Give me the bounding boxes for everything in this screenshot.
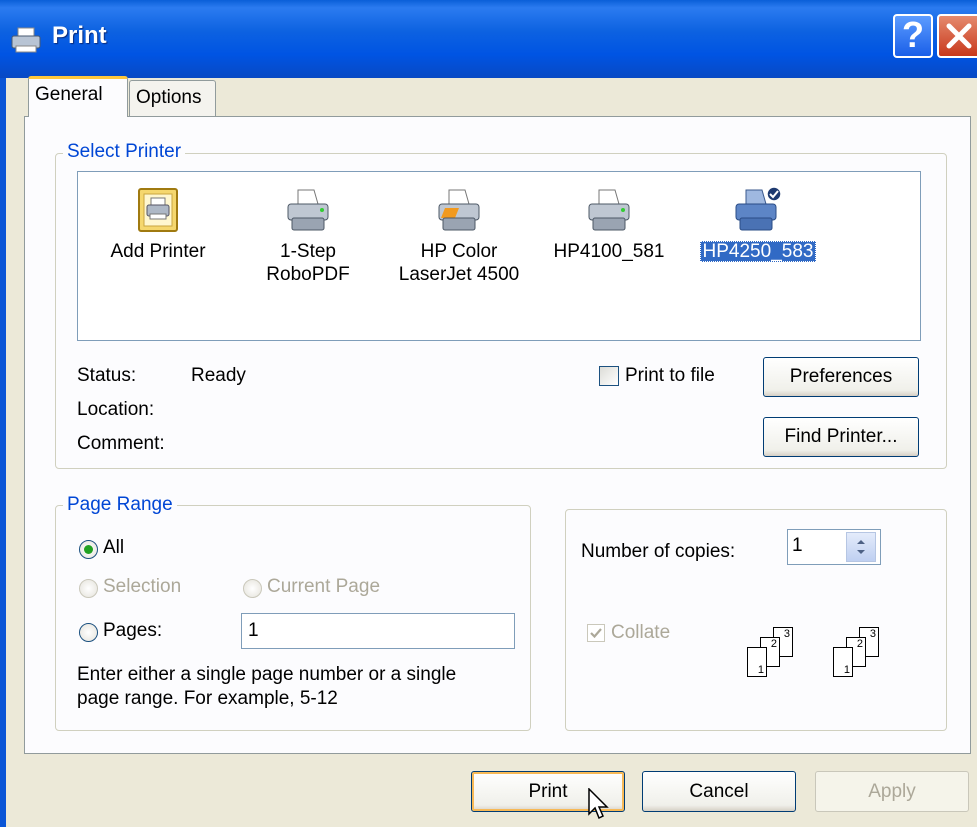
radio-pages-label[interactable]: Pages: <box>103 620 162 642</box>
pages-input[interactable]: 1 <box>241 613 515 649</box>
printer-icon <box>588 189 630 231</box>
page-1: 1 <box>747 647 767 677</box>
print-to-file-checkbox[interactable] <box>599 366 619 386</box>
window-border-left <box>0 78 6 827</box>
location-label: Location: <box>77 399 155 420</box>
printer-item-hp4100-581[interactable]: HP4100_581 <box>544 186 674 263</box>
radio-selection-label: Selection <box>103 576 182 597</box>
collate-illustration-1: 3 2 1 <box>747 627 817 679</box>
select-printer-legend: Select Printer <box>63 141 186 163</box>
page-range-legend: Page Range <box>63 494 177 516</box>
mouse-cursor-icon <box>588 788 609 820</box>
page-range-hint: Enter either a single page number or a s… <box>77 663 456 711</box>
copies-input[interactable]: 1 <box>787 529 881 565</box>
printer-name-line2: LaserJet 4500 <box>398 264 520 285</box>
hint-line-1: Enter either a single page number or a s… <box>77 664 457 685</box>
tab-options[interactable]: Options <box>129 80 216 116</box>
find-printer-button[interactable]: Find Printer... <box>763 417 919 457</box>
printer-item-hp4250-583[interactable]: HP4250_583 <box>688 186 828 263</box>
check-icon <box>590 628 602 639</box>
spinner-arrows-icon <box>857 540 865 554</box>
printer-icon <box>287 189 329 231</box>
printer-name: 1-Step <box>280 241 336 262</box>
window-title: Print <box>52 22 107 49</box>
cancel-button[interactable]: Cancel <box>642 771 796 812</box>
close-button[interactable] <box>937 14 977 58</box>
title-bar[interactable] <box>0 0 977 78</box>
printer-name-selected: HP4250_583 <box>699 241 817 262</box>
copies-spinner[interactable] <box>846 532 876 562</box>
add-printer-icon <box>138 188 178 232</box>
apply-button[interactable]: Apply <box>815 771 969 812</box>
help-button[interactable]: ? <box>893 14 933 58</box>
hint-line-2: page range. For example, 5-12 <box>77 688 338 709</box>
radio-selected-dot <box>84 545 93 554</box>
collate-illustration-2: 3 2 1 <box>833 627 903 679</box>
preferences-button[interactable]: Preferences <box>763 357 919 397</box>
default-printer-icon <box>735 186 782 231</box>
print-to-file-label[interactable]: Print to file <box>625 365 715 387</box>
tab-general[interactable]: General <box>28 76 128 117</box>
printer-name: HP Color <box>420 241 498 262</box>
collate-checkbox[interactable] <box>587 624 605 642</box>
printer-name: HP4100_581 <box>553 241 665 262</box>
printer-title-icon <box>11 27 41 53</box>
radio-current-page[interactable] <box>243 579 262 598</box>
radio-selection[interactable] <box>79 579 98 598</box>
printer-item-hp-color-laserjet-4500[interactable]: HP Color LaserJet 4500 <box>384 186 534 286</box>
printer-item-add-printer[interactable]: Add Printer <box>88 186 228 263</box>
radio-pages[interactable] <box>79 623 98 642</box>
radio-current-page-label: Current Page <box>267 576 381 597</box>
printer-list[interactable]: Add Printer 1-Step RoboPDF HP Color Lase… <box>77 171 921 341</box>
radio-all[interactable] <box>79 540 98 559</box>
page-1: 1 <box>833 647 853 677</box>
printer-item-1-step-robopdf[interactable]: 1-Step RoboPDF <box>248 186 368 286</box>
copies-value: 1 <box>792 535 803 556</box>
general-tab-panel: Select Printer Add Printer 1-Step RoboPD… <box>24 116 971 754</box>
close-icon <box>946 23 972 49</box>
status-label: Status: <box>77 365 137 386</box>
collate-label: Collate <box>611 622 671 643</box>
printer-name-line2: RoboPDF <box>266 264 350 285</box>
color-printer-icon <box>438 189 480 231</box>
status-value: Ready <box>191 365 246 386</box>
comment-label: Comment: <box>77 433 165 454</box>
radio-all-label[interactable]: All <box>103 537 124 559</box>
printer-name: Add Printer <box>110 241 206 262</box>
number-of-copies-label: Number of copies: <box>581 541 736 562</box>
